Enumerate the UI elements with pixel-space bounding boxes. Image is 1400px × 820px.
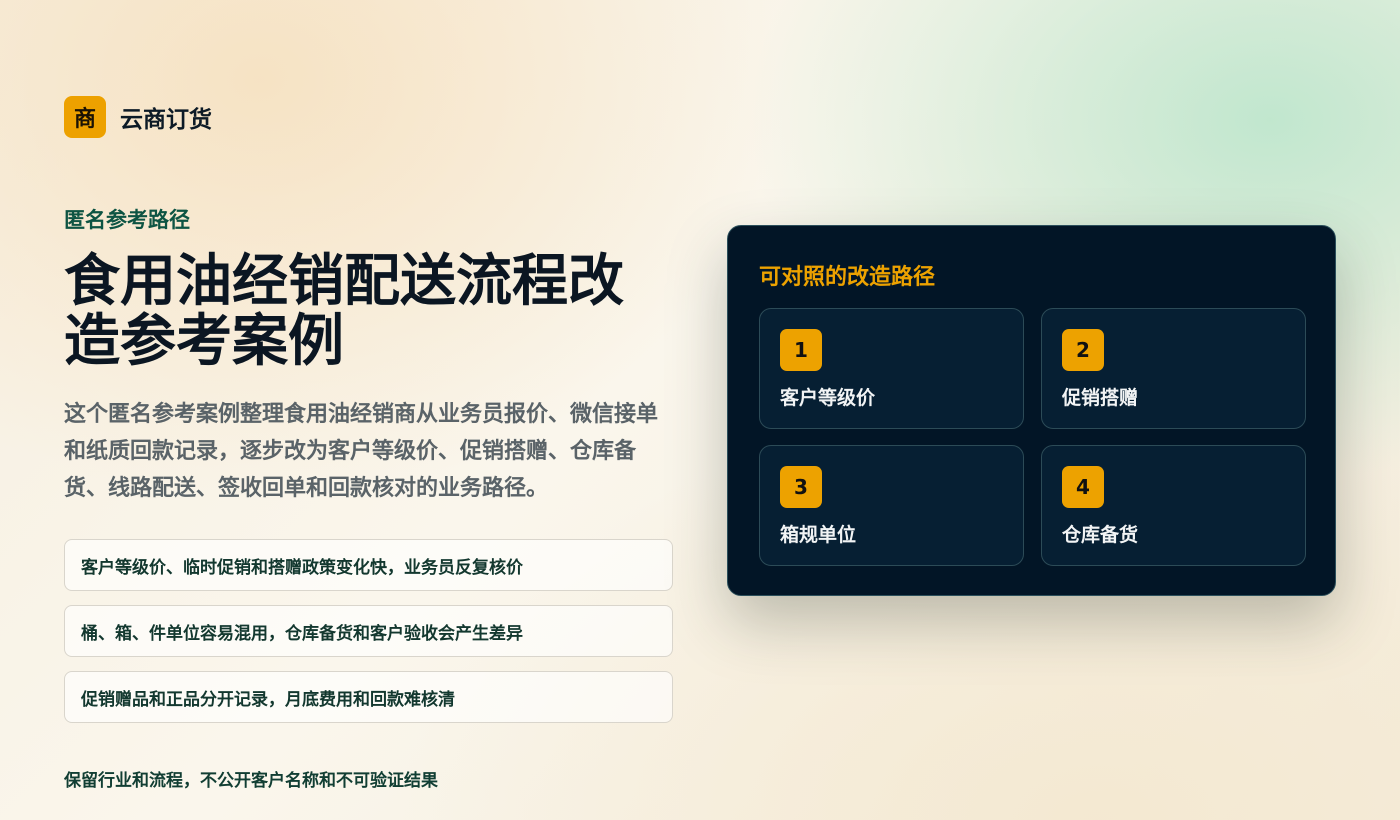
footnote: 保留行业和流程，不公开客户名称和不可验证结果 [64,771,438,791]
step-number-badge: 3 [780,466,822,508]
path-step-2: 2 促销搭赠 [1041,308,1306,429]
section-eyebrow: 匿名参考路径 [64,208,190,232]
step-number-badge: 4 [1062,466,1104,508]
brand[interactable]: 商 云商订货 [64,96,212,138]
brand-name: 云商订货 [120,107,212,133]
path-card-title: 可对照的改造路径 [759,265,936,290]
pain-point-item: 客户等级价、临时促销和搭赠政策变化快，业务员反复核价 [64,539,673,591]
path-step-1: 1 客户等级价 [759,308,1024,429]
path-card: 可对照的改造路径 1 客户等级价 2 促销搭赠 3 箱规单位 4 仓库备货 [727,225,1336,596]
pain-point-list: 客户等级价、临时促销和搭赠政策变化快，业务员反复核价 桶、箱、件单位容易混用，仓… [64,539,673,723]
path-step-4: 4 仓库备货 [1041,445,1306,566]
step-label: 箱规单位 [780,524,857,546]
page-title: 食用油经销配送流程改造参考案例 [64,249,624,374]
brand-logo: 商 [64,96,106,138]
path-step-3: 3 箱规单位 [759,445,1024,566]
step-number-badge: 1 [780,329,822,371]
page-description: 这个匿名参考案例整理食用油经销商从业务员报价、微信接单和纸质回款记录，逐步改为客… [64,402,659,501]
step-label: 促销搭赠 [1062,387,1139,409]
path-steps-grid: 1 客户等级价 2 促销搭赠 3 箱规单位 4 仓库备货 [759,308,1306,566]
step-label: 仓库备货 [1062,524,1139,546]
pain-point-item: 桶、箱、件单位容易混用，仓库备货和客户验收会产生差异 [64,605,673,657]
step-label: 客户等级价 [780,387,876,409]
pain-point-item: 促销赠品和正品分开记录，月底费用和回款难核清 [64,671,673,723]
step-number-badge: 2 [1062,329,1104,371]
